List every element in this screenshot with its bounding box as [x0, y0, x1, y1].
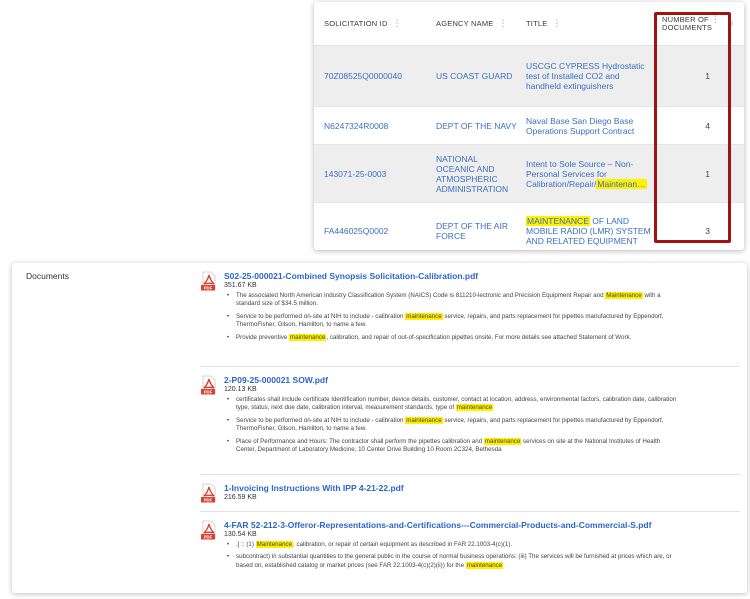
- snippet-line: type, status, next due date, calibration…: [236, 404, 494, 412]
- table-header: SOLICITATION ID ⋮ AGENCY NAME ⋮ TITLE ⋮ …: [314, 2, 744, 46]
- search-term-highlight: maintenance: [405, 416, 443, 424]
- snippet-list: certificates shall include certificate I…: [224, 396, 740, 454]
- document-link[interactable]: S02-25-000021-Combined Synopsis Solicita…: [224, 271, 740, 281]
- title-link[interactable]: MAINTENANCE OF LAND MOBILE RADIO (LMR) S…: [518, 215, 656, 246]
- agency-name-link[interactable]: NATIONAL OCEANIC AND ATMOSPHERIC ADMINIS…: [428, 154, 518, 194]
- snippet-line: Center, Department of Laboratory Medicin…: [236, 446, 502, 454]
- document-count: 1: [705, 71, 710, 81]
- search-term-highlight: maintenance: [455, 404, 494, 412]
- document-link[interactable]: 1-Invoicing Instructions With IPP 4-21-2…: [224, 483, 740, 493]
- column-header-solicitation-id[interactable]: SOLICITATION ID ⋮: [314, 2, 428, 45]
- snippet-line: standard size of $34.5 million.: [236, 300, 318, 308]
- pdf-file-icon: PDF: [200, 375, 218, 395]
- search-term-highlight: maintenance: [405, 312, 443, 320]
- snippet-line: subcontract) in substantial quantities t…: [236, 553, 672, 561]
- title-link[interactable]: USCGC CYPRESS Hydrostatic test of Instal…: [518, 61, 656, 91]
- pdf-file-icon: PDF: [200, 520, 218, 540]
- file-size: 351.67 KB: [224, 282, 257, 289]
- table-row[interactable]: 70Z08525Q0000040 US COAST GUARD USCGC CY…: [314, 46, 744, 107]
- search-snippet: subcontract) in substantial quantities t…: [224, 553, 740, 570]
- svg-text:PDF: PDF: [204, 389, 213, 394]
- snippet-line: .] :: (1) Maintenance, calibration, or r…: [236, 541, 513, 548]
- kebab-icon[interactable]: ⋮: [393, 19, 402, 28]
- search-term-highlight: Maintenance: [605, 292, 643, 299]
- file-size: 130.54 KB: [224, 531, 257, 538]
- snippet-line: Place of Performance and Hours: The cont…: [236, 437, 661, 445]
- column-header-truncated[interactable]: D: [728, 2, 744, 45]
- svg-text:PDF: PDF: [204, 497, 213, 502]
- document-link[interactable]: 4-FAR 52-212-3-Offeror-Representations-a…: [224, 520, 740, 530]
- snippet-line: Service to be performed on-site at NIH t…: [236, 312, 664, 320]
- solicitation-id-link[interactable]: N6247324R0008: [314, 121, 428, 131]
- file-size: 216.59 KB: [224, 494, 257, 501]
- solicitation-id-link[interactable]: 70Z08525Q0000040: [314, 71, 428, 81]
- document-item: PDF S02-25-000021-Combined Synopsis Solic…: [200, 269, 740, 367]
- snippet-list: The associated North American Industry C…: [224, 292, 740, 342]
- agency-name-link[interactable]: DEPT OF THE AIR FORCE: [428, 221, 518, 241]
- search-term-highlight: maintenance: [465, 561, 504, 569]
- document-count: 1: [705, 168, 710, 179]
- snippet-line: Service to be performed on-site at NIH t…: [236, 416, 664, 424]
- document-link[interactable]: 2-P09-25-000021 SOW.pdf: [224, 375, 740, 385]
- column-header-number-of-documents[interactable]: NUMBER OF DOCUMENTS ⋮: [656, 2, 728, 45]
- document-item: PDF 1-Invoicing Instructions With IPP 4-2…: [200, 475, 740, 512]
- pdf-file-icon: PDF: [200, 483, 218, 503]
- document-count: 3: [705, 225, 710, 236]
- document-count: 4: [705, 120, 710, 131]
- table-row[interactable]: 143071-25-0003 NATIONAL OCEANIC AND ATMO…: [314, 145, 744, 203]
- agency-name-link[interactable]: US COAST GUARD: [428, 71, 518, 81]
- search-term-highlight: Maintenance: [255, 541, 294, 548]
- snippet-line: Provide preventive maintenance, calibrat…: [236, 333, 632, 341]
- search-term-highlight: maintenance: [288, 333, 327, 341]
- column-header-agency-name[interactable]: AGENCY NAME ⋮: [428, 2, 518, 45]
- file-size: 120.13 KB: [224, 386, 257, 393]
- snippet-line: certificates shall include certificate I…: [236, 396, 677, 403]
- svg-text:PDF: PDF: [204, 534, 213, 539]
- solicitation-id-link[interactable]: FA446025Q0002: [314, 226, 428, 236]
- snippet-line: based on, established catalog or market …: [236, 561, 504, 569]
- solicitations-table: SOLICITATION ID ⋮ AGENCY NAME ⋮ TITLE ⋮ …: [314, 2, 744, 250]
- title-link[interactable]: Intent to Sole Source – Non-Personal Ser…: [518, 159, 656, 189]
- search-snippet: .] :: (1) Maintenance, calibration, or r…: [224, 541, 740, 549]
- search-snippet: Place of Performance and Hours: The cont…: [224, 437, 740, 455]
- documents-list: PDF S02-25-000021-Combined Synopsis Solic…: [200, 269, 740, 592]
- snippet-line: ThermoFisher, Gilson, Hamilton, to name …: [236, 425, 367, 433]
- kebab-icon[interactable]: ⋮: [711, 15, 720, 24]
- snippet-list: .] :: (1) Maintenance, calibration, or r…: [224, 541, 740, 570]
- snippet-line: The associated North American Industry C…: [236, 292, 661, 299]
- pdf-file-icon: PDF: [200, 271, 218, 291]
- agency-name-link[interactable]: DEPT OF THE NAVY: [428, 121, 518, 131]
- table-row[interactable]: FA446025Q0002 DEPT OF THE AIR FORCE MAIN…: [314, 203, 744, 250]
- search-snippet: Service to be performed on-site at NIH t…: [224, 312, 740, 330]
- document-item: PDF 2-P09-25-000021 SOW.pdf120.13 KB certi…: [200, 367, 740, 475]
- documents-panel: Documents PDF S02-25-000021-Combined Syno…: [12, 263, 747, 593]
- search-term-highlight: maintenance: [483, 437, 522, 445]
- search-snippet: Service to be performed on-site at NIH t…: [224, 416, 740, 434]
- snippet-line: ThermoFisher, Gilson, Hamilton, to name …: [236, 321, 367, 329]
- solicitation-id-link[interactable]: 143071-25-0003: [314, 169, 428, 179]
- document-item: PDF 4-FAR 52-212-3-Offeror-Representation…: [200, 512, 740, 592]
- title-link[interactable]: Naval Base San Diego Base Operations Sup…: [518, 116, 656, 136]
- documents-label: Documents: [26, 271, 69, 281]
- search-snippet: Provide preventive maintenance, calibrat…: [224, 333, 740, 342]
- column-header-title[interactable]: TITLE ⋮: [518, 2, 656, 45]
- search-term-highlight: Maintenan…: [596, 178, 647, 189]
- kebab-icon[interactable]: ⋮: [552, 19, 561, 28]
- search-snippet: The associated North American Industry C…: [224, 292, 740, 309]
- search-term-highlight: MAINTENANCE: [526, 215, 590, 226]
- table-row[interactable]: N6247324R0008 DEPT OF THE NAVY Naval Bas…: [314, 107, 744, 145]
- search-snippet: certificates shall include certificate I…: [224, 396, 740, 413]
- svg-text:PDF: PDF: [204, 285, 213, 290]
- kebab-icon[interactable]: ⋮: [499, 19, 508, 28]
